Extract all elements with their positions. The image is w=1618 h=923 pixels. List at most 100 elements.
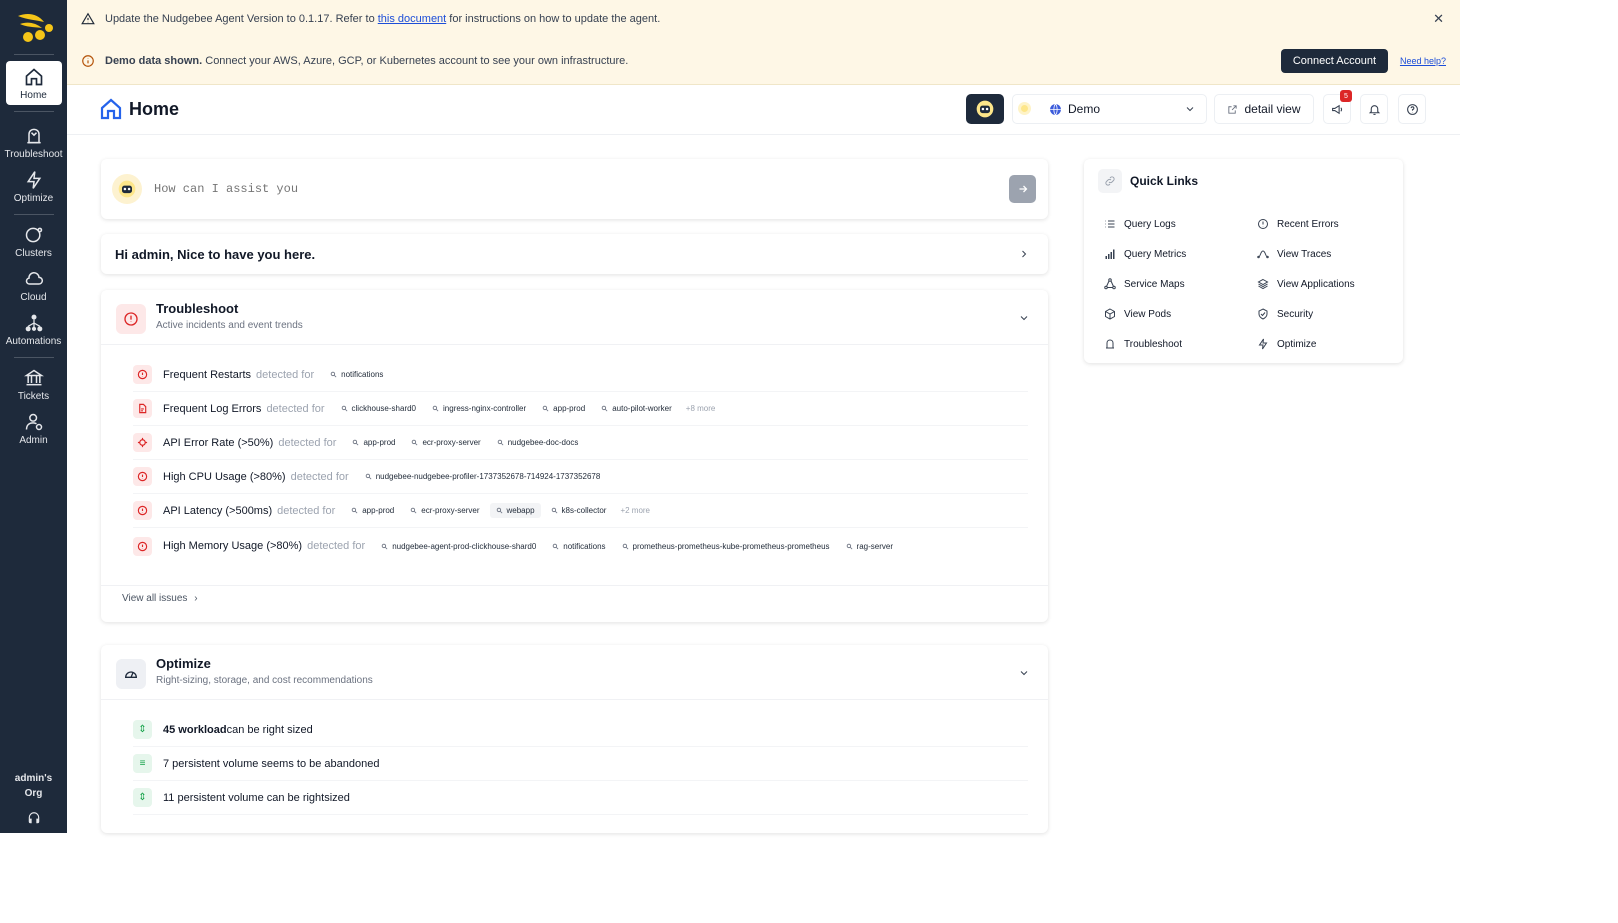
view-all-issues-link[interactable]: View all issues › [122, 593, 198, 604]
resource-tag[interactable]: ecr-proxy-server [405, 435, 486, 450]
nudgebee-logo[interactable] [14, 10, 54, 44]
section-title: Optimize [156, 656, 211, 671]
list-icon: ≡ [133, 754, 152, 773]
search-icon [353, 439, 359, 446]
resource-tag[interactable]: nudgebee-agent-prod-clickhouse-shard0 [375, 539, 542, 554]
resource-tag[interactable]: notifications [324, 367, 389, 382]
resource-tag[interactable]: webapp [489, 503, 541, 518]
quick-link-label: View Traces [1277, 248, 1332, 260]
resource-tag[interactable]: notifications [546, 539, 611, 554]
sidebar-item-tickets[interactable]: Tickets [6, 362, 62, 406]
sidebar-item-troubleshoot[interactable]: Troubleshoot [4, 120, 63, 164]
quick-link-label: Optimize [1277, 338, 1317, 350]
resource-tag[interactable]: prometheus-prometheus-kube-prometheus-pr… [616, 539, 836, 554]
resource-tag[interactable]: k8s-collector [545, 503, 613, 518]
section-subtitle: Right-sizing, storage, and cost recommen… [156, 675, 373, 686]
issue-row[interactable]: High CPU Usage (>80%) detected for nudge… [133, 460, 1028, 494]
sidebar-footer: admin's Org [0, 771, 67, 825]
announcements-count-badge: 5 [1340, 90, 1352, 102]
optimize-item[interactable]: ≡ 7 persistent volume seems to be abando… [133, 747, 1028, 781]
issue-row[interactable]: API Error Rate (>50%) detected for app-p… [133, 426, 1028, 460]
search-icon [497, 439, 504, 446]
bot-avatar [112, 174, 142, 204]
gauge-icon [124, 671, 138, 678]
quick-link-security[interactable]: Security [1257, 308, 1313, 320]
quick-link-label: Recent Errors [1277, 218, 1339, 230]
page-header: Home Demo detail view 5 [67, 85, 1460, 135]
resource-tag[interactable]: nudgebee-doc-docs [491, 435, 585, 450]
search-icon [365, 473, 372, 480]
resource-tag[interactable]: auto-pilot-worker [595, 401, 678, 416]
resource-tag[interactable]: rag-server [840, 539, 899, 554]
quick-link-service-maps[interactable]: Service Maps [1104, 278, 1185, 290]
sidebar-item-admin[interactable]: Admin [6, 406, 62, 450]
ai-assistant-button[interactable] [966, 94, 1004, 124]
detected-for-label: detected for [256, 368, 315, 381]
help-circle-icon [1406, 103, 1418, 115]
optimize-item-text: 7 persistent volume seems to be abandone… [163, 757, 380, 770]
clusters-icon [25, 227, 42, 243]
sidebar-item-label: Troubleshoot [4, 149, 63, 160]
quick-link-view-pods[interactable]: View Pods [1104, 308, 1171, 320]
home-icon [100, 98, 122, 120]
demo-banner-desc: Connect your AWS, Azure, GCP, or Kuberne… [202, 55, 629, 67]
greeting-card[interactable]: Hi admin, Nice to have you here. [101, 234, 1048, 274]
sidebar-item-clusters[interactable]: Clusters [6, 219, 62, 263]
connect-account-button[interactable]: Connect Account [1280, 49, 1388, 73]
quick-link-view-traces[interactable]: View Traces [1257, 248, 1331, 260]
headset-icon[interactable] [27, 811, 41, 825]
notifications-button[interactable] [1360, 94, 1388, 124]
quick-link-recent-errors[interactable]: Recent Errors [1257, 218, 1339, 230]
resource-tag[interactable]: app-prod [536, 401, 591, 416]
sidebar-item-cloud[interactable]: Cloud [6, 263, 62, 307]
quick-link-label: View Applications [1277, 278, 1355, 290]
alert-circle-icon [133, 365, 152, 384]
quick-link-view-applications[interactable]: View Applications [1257, 278, 1355, 290]
resource-tag[interactable]: app-prod [346, 435, 401, 450]
resource-tag[interactable]: ingress-nginx-controller [426, 401, 532, 416]
resource-tag[interactable]: clickhouse-shard0 [335, 401, 422, 416]
send-button[interactable] [1009, 175, 1036, 203]
update-doc-link[interactable]: this document [378, 13, 446, 25]
resource-tag[interactable]: nudgebee-nudgebee-profiler-1737352678-71… [359, 469, 607, 484]
issue-row[interactable]: API Latency (>500ms) detected for app-pr… [133, 494, 1028, 528]
optimize-item-text: 11 persistent volume can be rightsized [163, 791, 350, 804]
quick-link-label: Query Metrics [1124, 248, 1187, 260]
tag-label: rag-server [856, 541, 893, 551]
org-switcher[interactable]: admin's Org [15, 771, 52, 801]
workspace-select[interactable]: Demo [1012, 94, 1207, 124]
optimize-header[interactable]: Optimize Right-sizing, storage, and cost… [101, 645, 1048, 700]
more-tags-link[interactable]: +8 more [686, 404, 716, 413]
detail-view-button[interactable]: detail view [1214, 94, 1314, 124]
sidebar-item-automations[interactable]: Automations [6, 307, 62, 351]
quick-link-optimize[interactable]: Optimize [1257, 338, 1316, 350]
resource-tag[interactable]: ecr-proxy-server [404, 503, 485, 518]
search-icon [542, 405, 549, 412]
tag-label: prometheus-prometheus-kube-prometheus-pr… [632, 541, 830, 551]
sidebar-item-home[interactable]: Home [5, 61, 62, 105]
help-button[interactable] [1398, 94, 1426, 124]
layers-icon [1257, 278, 1269, 290]
tag-label: ingress-nginx-controller [443, 404, 527, 413]
quick-link-query-metrics[interactable]: Query Metrics [1104, 248, 1186, 260]
network-icon [1104, 278, 1116, 290]
bolt-icon [26, 171, 41, 189]
quick-link-query-logs[interactable]: Query Logs [1104, 218, 1176, 230]
more-tags-link[interactable]: +2 more [620, 506, 650, 515]
close-banner-button[interactable]: ✕ [1433, 11, 1444, 27]
sidebar-item-optimize[interactable]: Optimize [6, 164, 62, 208]
optimize-item-count: 45 workload [163, 723, 227, 736]
need-help-link[interactable]: Need help? [1400, 56, 1446, 66]
announcements-button[interactable]: 5 [1323, 90, 1352, 124]
issue-row[interactable]: Frequent Log Errors detected for clickho… [133, 392, 1028, 426]
resource-tag[interactable]: app-prod [345, 503, 400, 518]
issue-row[interactable]: Frequent Restarts detected for notificat… [133, 358, 1028, 392]
optimize-item[interactable]: ⇕ 45 workload can be right sized [133, 713, 1028, 747]
quick-link-label: Query Logs [1124, 218, 1176, 230]
issue-row[interactable]: High Memory Usage (>80%) detected for nu… [133, 529, 1028, 563]
optimize-item[interactable]: ⇕ 11 persistent volume can be rightsized [133, 781, 1028, 815]
search-icon [432, 405, 439, 412]
troubleshoot-header[interactable]: Troubleshoot Active incidents and event … [101, 290, 1048, 345]
assistant-input[interactable] [154, 182, 974, 196]
quick-link-troubleshoot[interactable]: Troubleshoot [1104, 338, 1182, 350]
